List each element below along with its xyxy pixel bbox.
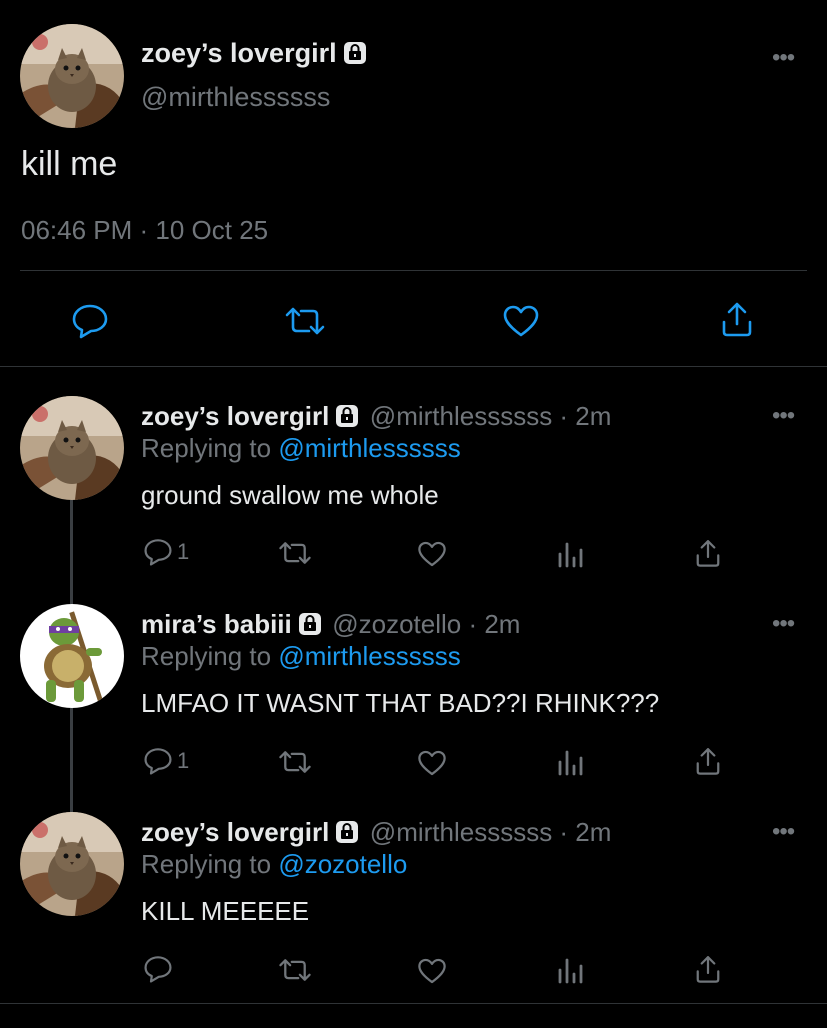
bottom-divider (0, 1003, 827, 1004)
views-button[interactable] (556, 956, 584, 984)
like-icon (418, 541, 446, 567)
like-button[interactable] (502, 304, 540, 338)
lock-icon (298, 613, 321, 635)
lock-icon (336, 821, 359, 843)
thread-line (70, 500, 73, 604)
reply-icon (72, 304, 108, 339)
replying-to: Replying to @zozotello (141, 849, 407, 880)
divider (20, 270, 807, 271)
retweet-icon (279, 542, 311, 564)
display-name[interactable]: zoey’s lovergirl (141, 817, 329, 847)
share-icon (696, 540, 720, 567)
display-name[interactable]: mira’s babiii (141, 609, 292, 639)
views-icon (558, 750, 583, 776)
retweet-button[interactable] (278, 957, 312, 983)
reply-icon (144, 748, 172, 775)
more-options-button[interactable]: ••• (772, 818, 795, 846)
like-icon (503, 305, 539, 337)
handle-time[interactable]: @mirthlessssss · 2m (370, 401, 612, 431)
avatar[interactable] (20, 604, 124, 708)
section-divider (0, 366, 827, 367)
avatar[interactable] (20, 24, 124, 128)
like-button[interactable] (417, 749, 447, 777)
tweet-text: LMFAO IT WASNT THAT BAD??I RHINK??? (141, 688, 660, 718)
retweet-button[interactable] (278, 749, 312, 775)
like-icon (418, 958, 446, 984)
replying-prefix: Replying to (141, 849, 279, 879)
lock-icon (343, 42, 366, 64)
retweet-icon (285, 307, 325, 335)
reply-icon (144, 539, 172, 566)
handle-time[interactable]: @mirthlessssss · 2m (370, 817, 612, 847)
share-icon (696, 956, 720, 983)
tweet-text: ground swallow me whole (141, 480, 439, 510)
like-button[interactable] (417, 957, 447, 985)
more-options-button[interactable]: ••• (772, 44, 795, 72)
views-button[interactable] (556, 748, 584, 776)
avatar[interactable] (20, 812, 124, 916)
reply-icon (144, 956, 172, 983)
lock-icon (336, 405, 359, 427)
avatar[interactable] (20, 396, 124, 500)
like-button[interactable] (417, 540, 447, 568)
display-name[interactable]: zoey’s lovergirl (141, 38, 337, 68)
reply-count: 1 (177, 748, 190, 773)
views-icon (558, 542, 583, 568)
mention-link[interactable]: @mirthlessssss (278, 641, 460, 671)
timestamp[interactable]: 06:46 PM · 10 Oct 25 (21, 215, 268, 246)
replying-prefix: Replying to (141, 433, 279, 463)
tweet-text: KILL MEEEEE (141, 896, 310, 926)
mention-link[interactable]: @mirthlessssss (278, 433, 460, 463)
reply-button[interactable] (71, 303, 109, 339)
more-options-button[interactable]: ••• (772, 402, 795, 430)
handle[interactable]: @mirthlessssss (141, 82, 330, 113)
replying-prefix: Replying to (141, 641, 279, 671)
share-button[interactable] (695, 538, 721, 568)
views-icon (558, 958, 583, 984)
reply-count: 1 (177, 539, 190, 564)
reply-button[interactable] (143, 955, 177, 983)
retweet-icon (279, 959, 311, 981)
tweet-text: kill me (21, 145, 118, 183)
share-button[interactable] (695, 746, 721, 776)
retweet-button[interactable] (278, 540, 312, 566)
handle-time[interactable]: @zozotello · 2m (332, 609, 520, 639)
share-button[interactable] (721, 300, 753, 338)
views-button[interactable] (556, 540, 584, 568)
display-name[interactable]: zoey’s lovergirl (141, 401, 329, 431)
replying-to: Replying to @mirthlessssss (141, 641, 461, 672)
reply-button[interactable]: 1 (143, 747, 189, 775)
more-options-button[interactable]: ••• (772, 610, 795, 638)
share-icon (696, 748, 720, 775)
thread-line (70, 708, 73, 812)
like-icon (418, 750, 446, 776)
retweet-icon (279, 751, 311, 773)
reply-button[interactable]: 1 (143, 538, 189, 566)
share-button[interactable] (695, 954, 721, 984)
retweet-button[interactable] (284, 305, 326, 337)
replying-to: Replying to @mirthlessssss (141, 433, 461, 464)
mention-link[interactable]: @zozotello (278, 849, 407, 879)
share-icon (722, 302, 752, 337)
